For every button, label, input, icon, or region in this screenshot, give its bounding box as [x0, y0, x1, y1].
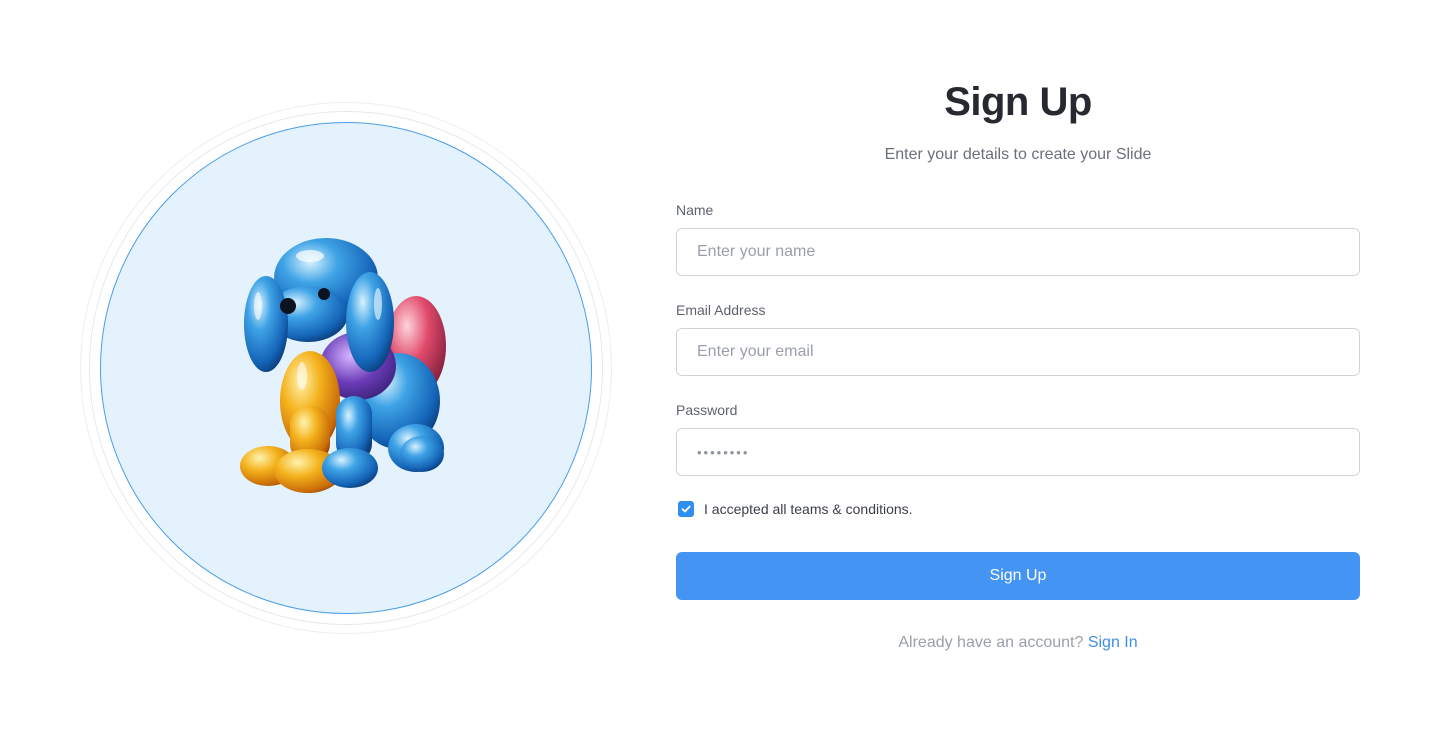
email-label: Email Address	[676, 302, 766, 318]
signin-prompt-text: Already have an account?	[898, 634, 1084, 651]
signup-button[interactable]: Sign Up	[676, 552, 1360, 600]
password-label: Password	[676, 402, 738, 418]
terms-checkbox[interactable]	[678, 501, 694, 517]
signup-page: Sign Up Enter your details to create you…	[0, 0, 1440, 736]
password-field[interactable]: ••••••••	[676, 428, 1360, 476]
page-title: Sign Up	[944, 80, 1092, 124]
hero-illustration	[80, 102, 612, 634]
signin-prompt: Already have an account? Sign In	[676, 634, 1360, 652]
terms-label: I accepted all teams & conditions.	[704, 501, 913, 517]
name-label: Name	[676, 202, 714, 218]
signup-form: Sign Up Enter your details to create you…	[676, 0, 1360, 736]
checkmark-icon	[681, 505, 691, 513]
email-input[interactable]	[697, 343, 1339, 361]
email-field	[676, 328, 1360, 376]
terms-row: I accepted all teams & conditions.	[678, 501, 913, 517]
password-masked-value: ••••••••	[697, 444, 750, 460]
name-field	[676, 228, 1360, 276]
page-subtitle: Enter your details to create your Slide	[884, 146, 1152, 163]
name-input[interactable]	[697, 243, 1339, 261]
signin-link[interactable]: Sign In	[1088, 634, 1138, 651]
balloon-dog-image	[240, 238, 446, 493]
